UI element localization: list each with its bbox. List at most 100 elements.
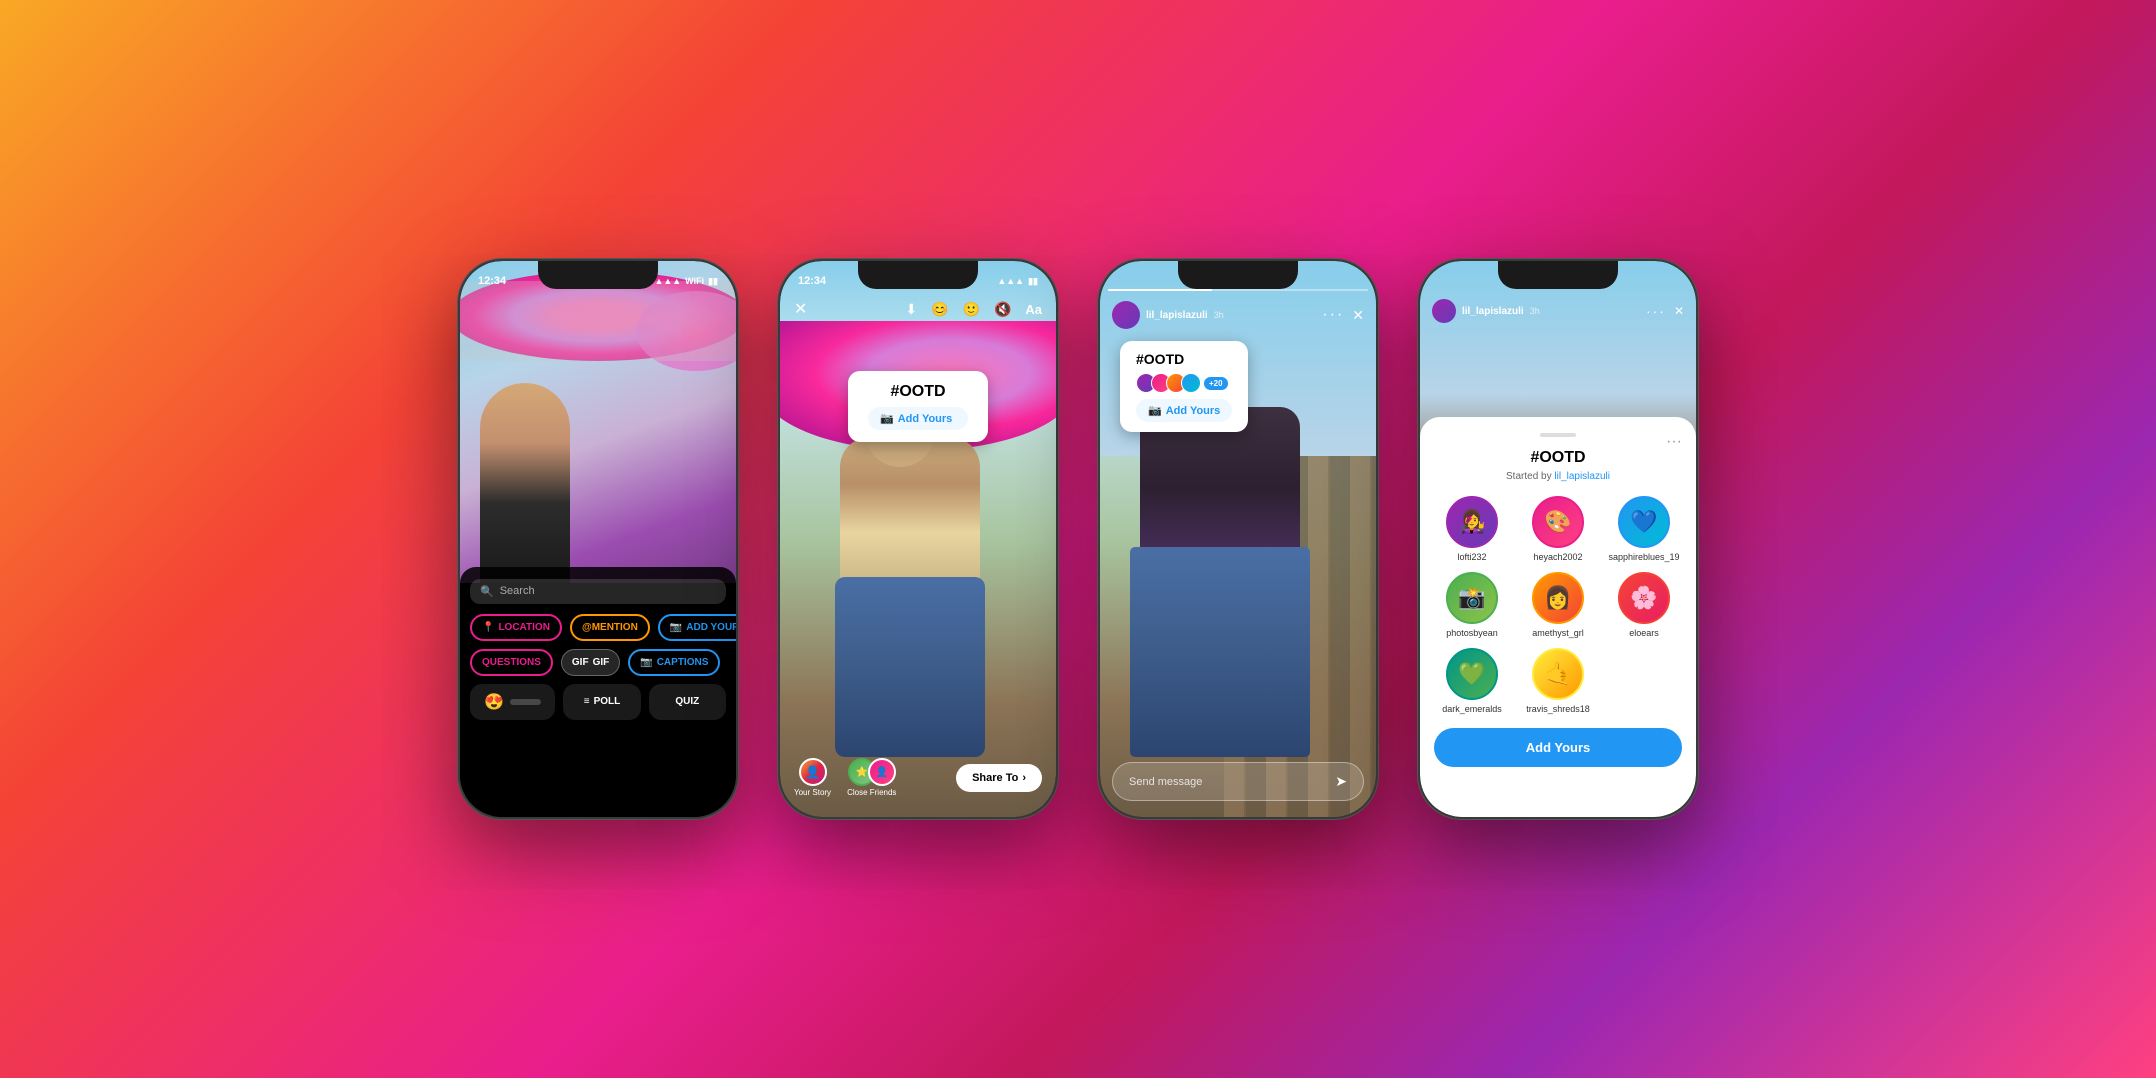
status-bar-2: 12:34 ▲▲▲ ▮▮ [780,261,1056,293]
avatar-photosbyean: 📸 [1446,572,1498,624]
story-options-row: 👤 Your Story ⭐ 👤 Close Friends [794,758,896,797]
gif-icon: GIF [572,657,589,668]
sticker-icon[interactable]: 🙂 [963,301,980,318]
wifi-icon: WiFi [685,276,704,286]
status-bar-1: 12:34 ▲▲▲ WiFi ▮▮ [460,261,736,293]
avatar-emoji-3: 💙 [1630,509,1657,535]
share-to-label: Share To [972,772,1018,784]
hashtag-sticker-3[interactable]: #OOTD +20 📷 Add Yours [1120,341,1248,432]
progress-fill [1108,289,1212,291]
add-yours-inline-2[interactable]: 📷 Add Yours [868,407,968,430]
gif-sticker[interactable]: GIF GIF [561,649,620,676]
participant-6[interactable]: 🌸 eloears [1606,572,1682,638]
avatar-emoji-8: 🤙 [1544,661,1571,687]
name-amethyst: amethyst_grl [1532,628,1584,638]
add-yours-modal-btn[interactable]: Add Yours [1434,728,1682,767]
search-bar[interactable]: 🔍 Search [470,579,726,604]
participant-1[interactable]: 👩‍🎤 lofti232 [1434,496,1510,562]
avatar-heyach2002: 🎨 [1532,496,1584,548]
quiz-sticker[interactable]: QUIZ [649,684,726,720]
participant-3[interactable]: 💙 sapphireblues_19 [1606,496,1682,562]
participant-5[interactable]: 👩 amethyst_grl [1520,572,1596,638]
time-1: 12:34 [478,275,506,287]
your-story-avatar: 👤 [799,758,827,786]
avatar-emoji-5: 👩 [1544,585,1571,611]
avatar-travis: 🤙 [1532,648,1584,700]
avatar-sapphireblues: 💙 [1618,496,1670,548]
emoji-icon: 😍 [484,692,504,712]
emoji-sticker-icon[interactable]: 😊 [931,301,948,318]
poll-sticker[interactable]: ≡ POLL [563,684,640,720]
chevron-right-icon: › [1022,772,1026,784]
mini-av-4 [1181,373,1201,393]
mention-label: @MENTION [582,622,638,633]
captions-icon: 📷 [640,657,652,668]
add-yours-label-2: Add Yours [898,413,953,425]
modal-starter: lil_lapislazuli [1554,471,1610,482]
camera-icon-2: 📷 [880,412,894,425]
avatar-eloears: 🌸 [1618,572,1670,624]
download-icon[interactable]: ⬇ [905,301,917,318]
modal-title-4: #OOTD [1434,449,1682,467]
more-icon-4[interactable]: ··· [1646,303,1666,319]
close-icon-4[interactable]: ✕ [1674,304,1684,318]
name-eloears: eloears [1629,628,1659,638]
send-icon[interactable]: ➤ [1335,773,1347,790]
location-sticker[interactable]: 📍 LOCATION [470,614,562,641]
poll-label: POLL [594,696,621,707]
name-lofti232: lofti232 [1457,552,1486,562]
search-icon: 🔍 [480,585,494,598]
time-2: 12:34 [798,275,826,287]
mention-sticker[interactable]: @MENTION [570,614,650,641]
captions-sticker[interactable]: 📷 CAPTIONS [628,649,720,676]
name-dark-emeralds: dark_emeralds [1442,704,1502,714]
phone-2: 12:34 ▲▲▲ ▮▮ ✕ ⬇ 😊 🙂 🔇 Aa #OOTD [778,259,1058,819]
sticker-row-1: 📍 LOCATION @MENTION 📷 ADD YOURS [470,614,726,641]
addyours-sticker[interactable]: 📷 ADD YOURS [658,614,736,641]
sticker-row-3: 😍 ≡ POLL QUIZ [470,684,726,720]
more-icon-3[interactable]: ··· [1322,306,1344,324]
phone-3: lil_lapislazuli 3h ··· ✕ #OOTD +20 [1098,259,1378,819]
text-icon[interactable]: Aa [1025,302,1042,317]
story-top-bar-3: lil_lapislazuli 3h ··· ✕ [1100,295,1376,335]
close-icon-2[interactable]: ✕ [794,299,807,319]
participant-2[interactable]: 🎨 heyach2002 [1520,496,1596,562]
mute-icon[interactable]: 🔇 [994,301,1011,318]
avatar-emoji-7: 💚 [1458,661,1485,687]
poll-icon: ≡ [584,696,590,707]
addyours-label: ADD YOURS [686,622,736,633]
battery-icon: ▮▮ [708,276,718,287]
participant-7[interactable]: 💚 dark_emeralds [1434,648,1510,714]
share-to-button[interactable]: Share To › [956,764,1042,792]
gif-label: GIF [593,657,610,668]
signal-icon: ▲▲▲ [654,276,681,286]
participants-grid: 👩‍🎤 lofti232 🎨 heyach2002 💙 [1434,496,1682,714]
story-toolbar-2: ✕ ⬇ 😊 🙂 🔇 Aa [780,293,1056,325]
emoji-sticker[interactable]: 😍 [470,684,555,720]
avatar-emoji-1: 👩‍🎤 [1458,509,1485,535]
participant-4[interactable]: 📸 photosbyean [1434,572,1510,638]
participant-avatars: +20 [1136,373,1232,393]
avatar-amethyst: 👩 [1532,572,1584,624]
phone-4: lil_lapislazuli 3h ··· ✕ ··· #OOTD Start… [1418,259,1698,819]
add-yours-story-3[interactable]: 📷 Add Yours [1136,399,1232,422]
message-bar-3[interactable]: Send message ➤ [1112,762,1364,801]
location-label: LOCATION [498,622,549,633]
sticker-tray: 🔍 Search 📍 LOCATION @MENTION 📷 ADD YOURS [460,567,736,817]
questions-sticker[interactable]: QUESTIONS [470,649,553,676]
camera-icon-3: 📷 [1148,404,1162,417]
modal-more-btn[interactable]: ··· [1666,433,1682,451]
story-username-3: lil_lapislazuli [1146,310,1208,321]
time-4: 3h [1530,306,1540,316]
story-progress-3 [1108,289,1368,291]
hashtag-text-3: #OOTD [1136,351,1232,367]
story-share-area: 👤 Your Story ⭐ 👤 Close Friends Share To [780,746,1056,817]
add-yours-modal: ··· #OOTD Started by lil_lapislazuli 👩‍🎤… [1420,417,1696,817]
participant-8[interactable]: 🤙 travis_shreds18 [1520,648,1596,714]
name-heyach2002: heyach2002 [1533,552,1582,562]
hashtag-sticker-2[interactable]: #OOTD 📷 Add Yours [848,371,988,442]
signal-icon-2: ▲▲▲ [997,276,1024,286]
close-icon-3[interactable]: ✕ [1352,307,1364,324]
phones-container: 12:34 ▲▲▲ WiFi ▮▮ 🔍 Search 📍 [0,0,2156,1078]
avatar-dark-emeralds: 💚 [1446,648,1498,700]
